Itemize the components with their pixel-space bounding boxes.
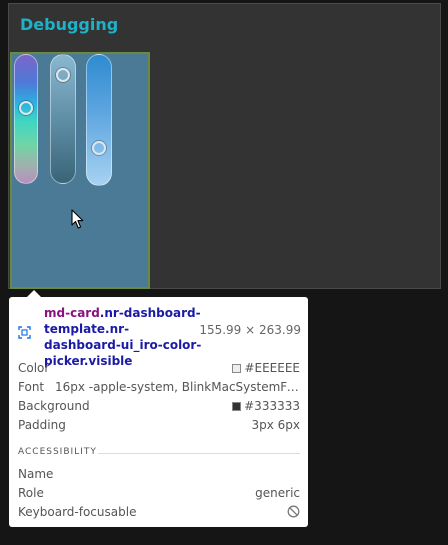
color-value: #EEEEEE: [244, 361, 300, 375]
color-swatch: [232, 364, 242, 373]
focusable-row: Keyboard-focusable: [18, 503, 300, 521]
hue-slider[interactable]: [14, 54, 38, 184]
focusable-value: [287, 503, 300, 521]
background-swatch: [232, 402, 242, 411]
lightness-slider-knob[interactable]: [92, 141, 106, 155]
name-row: Name: [18, 465, 300, 483]
background-row: Background #333333: [18, 397, 300, 415]
mouse-cursor-icon: [71, 209, 84, 229]
color-picker[interactable]: [10, 52, 150, 289]
tooltip-header: md-card.nr-dashboard-template.nr-dashboa…: [18, 305, 301, 368]
padding-row: Padding 3px 6px: [18, 416, 300, 434]
panel-title: Debugging: [20, 15, 119, 34]
divider: [98, 453, 300, 454]
role-label: Role: [18, 486, 44, 500]
inspect-tooltip: md-card.nr-dashboard-template.nr-dashboa…: [9, 290, 308, 527]
background-value: #333333: [244, 399, 300, 413]
font-value: 16px -apple-system, BlinkMacSystemFon…: [55, 380, 300, 394]
color-value-wrap: #EEEEEE: [232, 359, 300, 377]
role-value: generic: [255, 486, 300, 500]
background-value-wrap: #333333: [232, 397, 300, 415]
name-label: Name: [18, 467, 54, 481]
font-label: Font: [18, 380, 45, 394]
accessibility-heading: ACCESSIBILITY: [18, 447, 97, 457]
color-label: Color: [18, 361, 50, 375]
accessibility-section-header: ACCESSIBILITY: [18, 447, 300, 459]
element-icon: [18, 326, 31, 339]
lightness-slider[interactable]: [86, 54, 112, 186]
element-size: 155.99 × 263.99: [199, 323, 301, 337]
not-allowed-icon: [287, 505, 300, 518]
role-row: Role generic: [18, 484, 300, 502]
font-row: Font 16px -apple-system, BlinkMacSystemF…: [18, 378, 300, 396]
padding-label: Padding: [18, 418, 66, 432]
selector-tag: md-card: [44, 306, 100, 320]
padding-value: 3px 6px: [251, 418, 300, 432]
saturation-slider[interactable]: [50, 54, 76, 184]
hue-slider-knob[interactable]: [19, 101, 33, 115]
focusable-label: Keyboard-focusable: [18, 505, 137, 519]
color-row: Color #EEEEEE: [18, 359, 300, 377]
background-label: Background: [18, 399, 90, 413]
saturation-slider-knob[interactable]: [56, 68, 70, 82]
